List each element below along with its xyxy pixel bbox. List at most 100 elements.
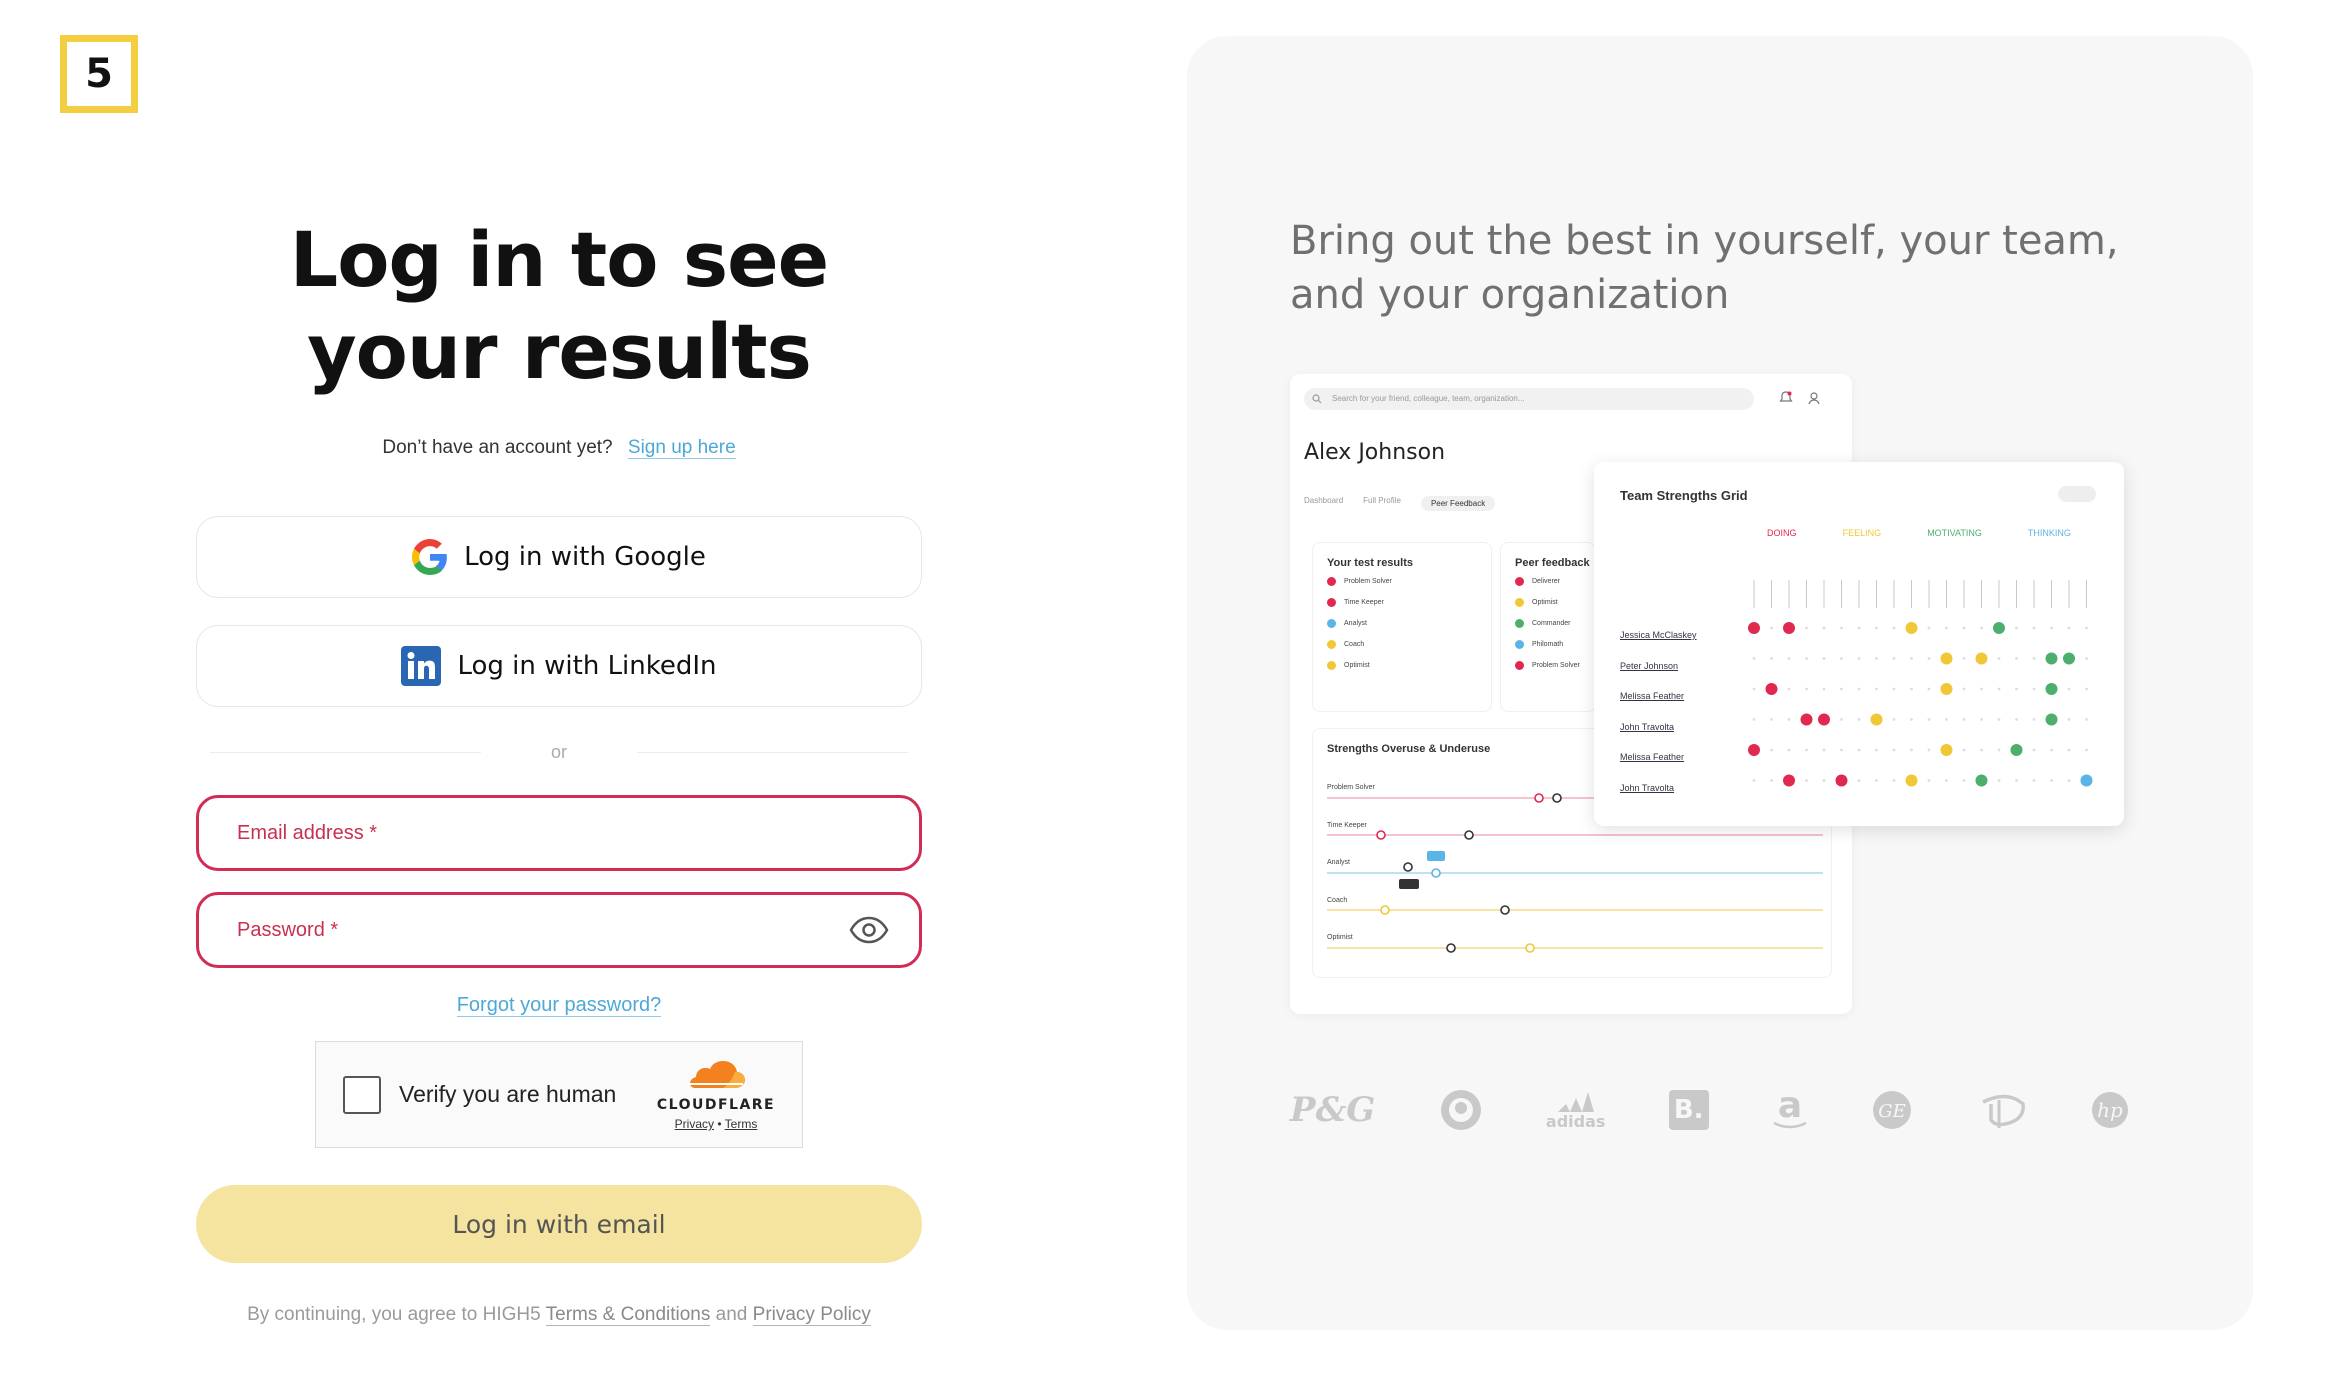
grid-dot: [1748, 744, 1760, 756]
signup-line: Don’t have an account yet? Sign up here: [196, 437, 922, 459]
grid-dot: [1945, 718, 1948, 721]
google-login-button[interactable]: Log in with Google: [196, 516, 922, 598]
amazon-logo: a: [1772, 1088, 1808, 1129]
grid-dot: [2032, 687, 2036, 691]
team-strengths-grid-mockup: Team Strengths Grid DOING FEELING MOTIVA…: [1594, 462, 2124, 826]
google-login-label: Log in with Google: [464, 542, 706, 572]
legal-and: and: [715, 1304, 748, 1325]
grid-dot: [1770, 626, 1773, 630]
grid-dot: [1945, 626, 1948, 630]
grid-dot: [2015, 657, 2018, 660]
grid-dot: [1748, 622, 1760, 634]
grid-dot: [2010, 744, 2023, 756]
captcha-terms-link[interactable]: Terms: [725, 1117, 758, 1131]
captcha-label: Verify you are human: [399, 1081, 617, 1107]
grid-dot: [2015, 779, 2018, 782]
grid-dot: [1875, 657, 1878, 660]
grid-dot: [1962, 657, 1966, 660]
starbucks-logo: [1440, 1090, 1481, 1130]
grid-dot: [1962, 687, 1966, 691]
grid-dot: [1875, 748, 1878, 752]
captcha-privacy-link[interactable]: Privacy: [675, 1117, 714, 1131]
page-title: Log in to see your results: [289, 215, 829, 396]
grid-dot: [2032, 748, 2036, 752]
grid-dot: [1910, 748, 1913, 752]
grid-dot: [1752, 779, 1756, 782]
cloudflare-branding: CLOUDFLARE Privacy • Terms: [656, 1060, 776, 1131]
logo-text: 5: [85, 51, 113, 97]
grid-dot: [1980, 626, 1983, 630]
grid-dot: [1997, 779, 2001, 782]
brand-logo[interactable]: 5: [60, 35, 138, 113]
grid-dot: [1905, 774, 1918, 787]
mock-bell-icon: [1779, 391, 1793, 402]
grid-dot: [1927, 718, 1931, 721]
grid-dot: [1875, 626, 1878, 630]
grid-dot: [1783, 774, 1795, 787]
email-login-button[interactable]: Log in with email: [196, 1185, 922, 1263]
legal-prefix: By continuing, you agree to HIGH5: [247, 1304, 541, 1325]
grid-dot: [2045, 652, 2058, 665]
disney-logo: [1981, 1094, 2025, 1128]
cloudflare-cloud-icon: [687, 1061, 745, 1088]
grid-dot: [1840, 748, 1843, 752]
cloudflare-captcha: Verify you are human CLOUDFLARE Privacy …: [315, 1041, 803, 1148]
mock-peer-row: Commander: [1515, 619, 1595, 628]
linkedin-login-label: Log in with LinkedIn: [457, 651, 717, 681]
show-password-eye-icon[interactable]: [849, 915, 889, 945]
mock-profile-name: Alex Johnson: [1304, 440, 1446, 465]
linkedin-login-button[interactable]: Log in with LinkedIn: [196, 625, 922, 707]
grid-dot: [2085, 748, 2088, 752]
grid-dot: [1875, 687, 1878, 691]
grid-dot: [2015, 687, 2018, 691]
grid-dot: [1857, 748, 1861, 752]
grid-dot: [1822, 748, 1826, 752]
cloudflare-wordmark: CLOUDFLARE: [656, 1097, 776, 1113]
mock-search-icon: [1312, 394, 1322, 404]
grid-dot: [1805, 626, 1808, 630]
mock-result-row: Problem Solver: [1327, 577, 1491, 586]
grid-dot: [2067, 718, 2071, 721]
grid-dot: [1770, 779, 1773, 782]
mock-result-row: Optimist: [1327, 661, 1491, 670]
grid-dot: [1962, 748, 1966, 752]
grid-dot: [1805, 687, 1808, 691]
grid-dot: [1822, 779, 1826, 782]
grid-dot: [1997, 687, 2001, 691]
grid-dot: [2080, 774, 2093, 787]
mock-tab: Dashboard: [1304, 496, 1344, 505]
google-icon: [412, 539, 447, 575]
terms-link[interactable]: Terms & Conditions: [545, 1304, 711, 1326]
linkedin-icon: [401, 646, 442, 686]
grid-dot: [1980, 718, 1983, 721]
or-divider: or: [210, 742, 909, 762]
grid-dot: [1822, 687, 1826, 691]
forgot-password-link[interactable]: Forgot your password?: [456, 994, 662, 1017]
grid-dot: [1857, 779, 1861, 782]
grid-dot: [1840, 718, 1843, 721]
mock-tab-active: Peer Feedback: [1420, 496, 1496, 511]
grid-dot: [1770, 748, 1773, 752]
grid-dot: [1892, 626, 1896, 630]
privacy-policy-link[interactable]: Privacy Policy: [752, 1304, 871, 1326]
grid-dot: [1892, 779, 1896, 782]
email-placeholder: Email address *: [237, 821, 378, 844]
email-field[interactable]: Email address *: [196, 795, 922, 871]
signup-link[interactable]: Sign up here: [627, 437, 736, 459]
password-field[interactable]: Password *: [196, 892, 922, 968]
mock-tab: Full Profile: [1363, 496, 1401, 505]
mock-search-bar: Search for your friend, colleague, team,…: [1304, 388, 1754, 410]
captcha-checkbox[interactable]: [343, 1075, 381, 1114]
grid-dot: [1980, 687, 1983, 691]
booking-logo: B.: [1668, 1090, 1709, 1130]
grid-dot: [2067, 779, 2071, 782]
grid-dot: [1927, 779, 1931, 782]
grid-dot: [1910, 718, 1913, 721]
grid-dots: [1748, 580, 2093, 787]
grid-dot: [2032, 779, 2036, 782]
grid-dot: [2045, 713, 2058, 726]
grid-dot: [1840, 626, 1843, 630]
mock-search-placeholder: Search for your friend, colleague, team,…: [1332, 394, 1525, 403]
grid-dot: [1840, 687, 1843, 691]
grid-dot: [1800, 713, 1813, 726]
